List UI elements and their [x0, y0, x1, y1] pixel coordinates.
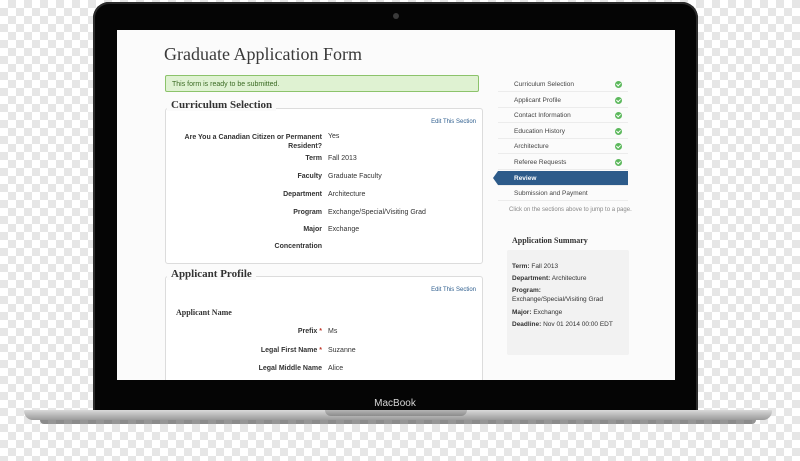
required-marker: *	[319, 347, 322, 354]
active-arrow-icon	[493, 171, 498, 185]
summary-title: Application Summary	[512, 236, 588, 245]
required-marker: *	[319, 328, 322, 335]
summary-value: Exchange/Special/Visiting Grad	[512, 296, 603, 303]
check-icon	[615, 97, 622, 104]
sidebar-item-architecture[interactable]: Architecture	[498, 139, 628, 154]
summary-value: Architecture	[551, 275, 587, 282]
summary-program: Program: Exchange/Special/Visiting Grad	[512, 286, 627, 304]
sidebar-hint: Click on the sections above to jump to a…	[509, 207, 632, 213]
check-icon	[615, 143, 622, 150]
sidebar-item-applicant-profile[interactable]: Applicant Profile	[498, 93, 628, 108]
faculty-label: Faculty	[297, 173, 322, 180]
citizen-label: Are You a Canadian Citizen or Permanent …	[184, 134, 322, 150]
middle-name-value: Alice	[328, 365, 344, 372]
macbook-label: MacBook	[374, 398, 416, 409]
prefix-label-text: Prefix	[297, 328, 318, 335]
check-icon	[615, 159, 622, 166]
check-icon	[615, 112, 622, 119]
edit-applicant-link[interactable]: Edit This Section	[431, 287, 476, 293]
department-value: Architecture	[328, 191, 366, 198]
program-value: Exchange/Special/Visiting Grad	[328, 209, 426, 216]
term-value: Fall 2013	[328, 155, 357, 162]
curriculum-section-title: Curriculum Selection	[167, 99, 277, 111]
summary-key: Term:	[512, 263, 530, 270]
summary-department: Department: Architecture	[512, 274, 627, 283]
first-name-value: Suzanne	[328, 347, 356, 354]
sidebar-item-label: Applicant Profile	[514, 97, 561, 104]
faculty-value: Graduate Faculty	[328, 173, 382, 180]
sidebar-item-label: Education History	[514, 128, 565, 135]
summary-value: Exchange	[533, 309, 563, 316]
major-label: Major	[303, 226, 322, 233]
concentration-label: Concentration	[274, 243, 322, 250]
applicant-name-heading: Applicant Name	[176, 308, 232, 317]
sidebar-item-review[interactable]: Review	[493, 171, 628, 186]
curriculum-section: Edit This Section Are You a Canadian Cit…	[165, 108, 483, 264]
sidebar-item-label: Submission and Payment	[514, 190, 588, 197]
term-label: Term	[305, 155, 322, 162]
edit-curriculum-link[interactable]: Edit This Section	[431, 119, 476, 125]
summary-major: Major: Exchange	[512, 308, 627, 317]
middle-name-label: Legal Middle Name	[258, 365, 322, 372]
summary-key: Department:	[512, 275, 551, 282]
summary-term: Term: Fall 2013	[512, 262, 627, 271]
sidebar-item-submission[interactable]: Submission and Payment	[498, 186, 628, 201]
major-value: Exchange	[328, 226, 360, 233]
laptop-shadow	[40, 420, 756, 424]
sidebar-item-label: Architecture	[514, 143, 549, 150]
prefix-value: Ms	[328, 328, 338, 335]
summary-value: Fall 2013	[531, 263, 559, 270]
sidebar-item-label: Review	[514, 175, 537, 182]
summary-key: Program:	[512, 287, 541, 294]
camera-icon	[393, 13, 399, 19]
page-title: Graduate Application Form	[164, 44, 362, 64]
summary-key: Major:	[512, 309, 532, 316]
check-icon	[615, 81, 622, 88]
sidebar-item-referee[interactable]: Referee Requests	[498, 155, 628, 170]
sidebar-item-education[interactable]: Education History	[498, 124, 628, 139]
form-row: Are You a Canadian Citizen or Permanent …	[166, 133, 482, 151]
applicant-section-title: Applicant Profile	[167, 268, 256, 280]
applicant-section: Edit This Section Applicant Name Prefix …	[165, 276, 483, 380]
citizen-value: Yes	[328, 133, 340, 140]
sidebar-item-label: Referee Requests	[514, 159, 567, 166]
department-label: Department	[283, 191, 322, 198]
sidebar-item-contact[interactable]: Contact Information	[498, 108, 628, 123]
prefix-label: Prefix *	[172, 328, 322, 335]
sidebar-item-curriculum[interactable]: Curriculum Selection	[498, 77, 628, 92]
laptop-notch	[325, 410, 467, 416]
ready-alert: This form is ready to be submitted.	[165, 75, 479, 92]
first-name-label: Legal First Name *	[172, 347, 322, 354]
summary-key: Deadline:	[512, 321, 542, 328]
sidebar-item-label: Curriculum Selection	[514, 81, 574, 88]
check-icon	[615, 128, 622, 135]
screen: Graduate Application Form This form is r…	[117, 30, 675, 380]
first-name-label-text: Legal First Name	[260, 347, 318, 354]
program-label: Program	[293, 209, 322, 216]
summary-value: Nov 01 2014 00:00 EDT	[543, 321, 613, 328]
sidebar-item-label: Contact Information	[514, 112, 571, 119]
summary-deadline: Deadline: Nov 01 2014 00:00 EDT	[512, 320, 627, 329]
